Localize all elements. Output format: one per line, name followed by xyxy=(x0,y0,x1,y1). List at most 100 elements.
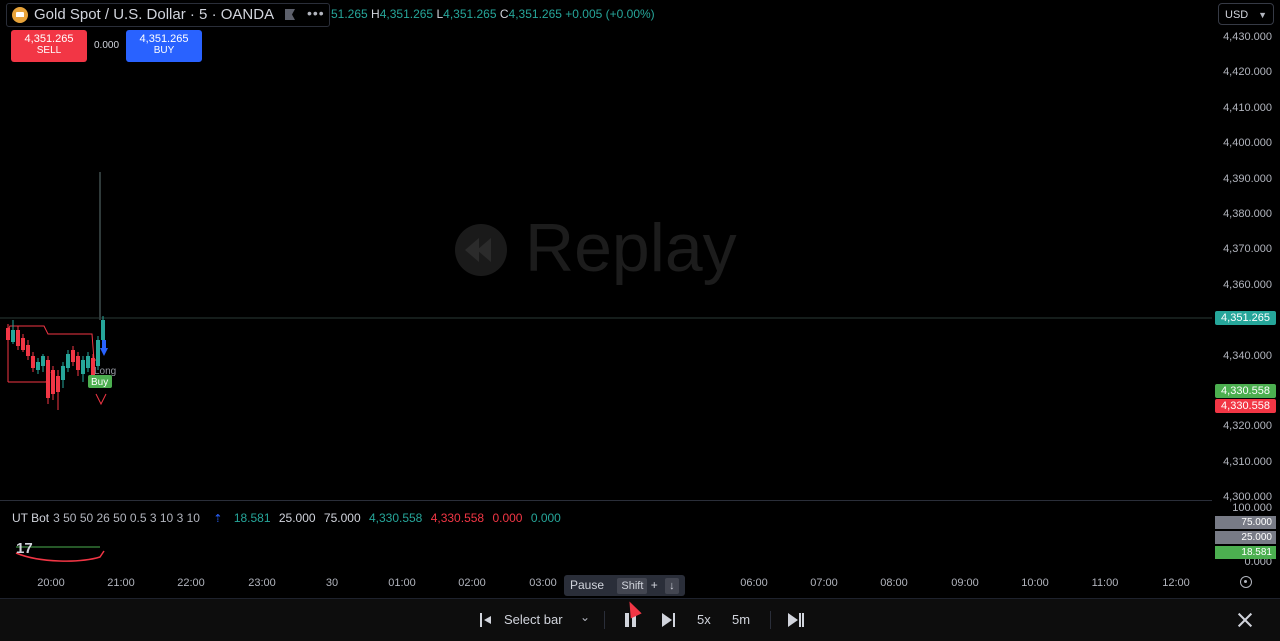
select-bar-icon[interactable] xyxy=(480,613,494,627)
sell-marker-icon xyxy=(95,393,107,406)
indicator-value-2: 25.000 xyxy=(278,511,316,525)
indicator-params: 3 50 50 26 50 0.5 3 10 3 10 xyxy=(53,511,200,525)
tooltip-key-arrow: ↓ xyxy=(665,578,679,594)
indicator-eye-icon[interactable]: ⇡ xyxy=(213,513,222,525)
indicator-value-1: 18.581 xyxy=(233,511,271,525)
candle-body xyxy=(86,356,90,368)
buy-arrow-icon xyxy=(100,340,108,356)
symbol-title[interactable]: Gold Spot / U.S. Dollar · 5 · OANDA xyxy=(34,6,274,23)
price-axis-tick: 4,370.000 xyxy=(1223,243,1272,256)
chevron-down-icon[interactable]: ⌄ xyxy=(580,596,590,638)
time-axis-label: 06:00 xyxy=(740,577,768,589)
candle-body xyxy=(56,376,60,392)
buy-button[interactable]: 4,351.265 BUY xyxy=(126,30,202,62)
currency-selector[interactable]: USD ▼ xyxy=(1218,3,1274,25)
candle-body xyxy=(61,366,65,380)
candle-body xyxy=(11,330,15,342)
sell-button[interactable]: 4,351.265 SELL xyxy=(11,30,87,62)
replay-watermark-text: Replay xyxy=(525,210,737,286)
replay-rewind-icon xyxy=(455,224,507,276)
indicator-legend[interactable]: UT Bot 3 50 50 26 50 0.5 3 10 3 10 ⇡ 18.5… xyxy=(12,511,561,525)
jump-to-realtime-icon[interactable] xyxy=(788,613,804,627)
time-axis-label: 09:00 xyxy=(951,577,979,589)
ohlc-change: +0.005 (+0.00%) xyxy=(565,7,655,21)
replay-toolbar: Select bar ⌄ 5x 5m xyxy=(0,598,1280,641)
candle-body xyxy=(96,340,100,366)
candle-body xyxy=(46,360,50,398)
chart-header: Gold Spot / U.S. Dollar · 5 · OANDA ••• … xyxy=(0,0,1212,28)
indicator-name[interactable]: UT Bot xyxy=(12,511,49,525)
speed-button[interactable]: 5x xyxy=(697,599,711,641)
price-axis-tick: 4,390.000 xyxy=(1223,172,1272,185)
candle-body xyxy=(76,356,80,370)
tradingview-logo-icon[interactable]: 17 xyxy=(16,540,33,557)
symbol-selector[interactable]: Gold Spot / U.S. Dollar · 5 · OANDA ••• xyxy=(6,3,330,27)
buy-label: BUY xyxy=(153,45,175,56)
time-axis-label: 01:00 xyxy=(388,577,416,589)
select-bar-button[interactable]: Select bar xyxy=(504,599,563,641)
close-icon[interactable] xyxy=(1237,612,1253,628)
currency-label: USD xyxy=(1225,9,1249,21)
price-axis-tick: 4,310.000 xyxy=(1223,455,1272,468)
more-options-icon[interactable]: ••• xyxy=(307,5,325,21)
flag-icon[interactable] xyxy=(285,9,295,20)
ohlc-high-value: 4,351.265 xyxy=(379,7,434,21)
ohlc-close-value: 4,351.265 xyxy=(508,7,562,21)
gear-icon[interactable] xyxy=(1240,576,1252,588)
current-price-tag: 4,351.265 xyxy=(1215,311,1276,325)
indicator-tag-25: 25.000 xyxy=(1215,531,1276,544)
candle-body xyxy=(36,362,40,370)
candle-body xyxy=(26,345,30,356)
step-forward-icon[interactable] xyxy=(662,613,676,627)
indicator-value-3: 75.000 xyxy=(323,511,361,525)
price-axis-tick: 4,420.000 xyxy=(1223,66,1272,79)
price-axis[interactable]: 4,430.000 4,420.000 4,410.000 4,400.000 4,39… xyxy=(1212,28,1280,503)
buy-signal-text: Buy xyxy=(91,377,108,388)
indicator-value-6: 0.000 xyxy=(492,511,523,525)
sell-label: SELL xyxy=(36,45,62,56)
price-axis-tick: 4,430.000 xyxy=(1223,31,1272,43)
trailing-stop-red-lower xyxy=(8,371,51,383)
indicator-value-5: 4,330.558 xyxy=(430,511,485,525)
time-axis-label: 20:00 xyxy=(37,577,65,589)
price-axis-tick: 4,360.000 xyxy=(1223,278,1272,291)
time-axis-label: 12:00 xyxy=(1162,577,1190,589)
candle-body xyxy=(66,354,70,368)
pause-tooltip: Pause Shift + ↓ xyxy=(564,575,685,596)
candle-body xyxy=(41,356,45,366)
price-axis-tick: 4,340.000 xyxy=(1223,349,1272,362)
time-axis-label: 30 xyxy=(325,577,339,589)
trail-down-price-tag: 4,330.558 xyxy=(1215,399,1276,413)
time-axis-label: 07:00 xyxy=(810,577,838,589)
ohlc-open-value: 51.265 xyxy=(331,7,368,21)
tooltip-label: Pause xyxy=(570,578,605,592)
indicator-tag-value: 18.581 xyxy=(1215,546,1276,559)
time-axis-label: 21:00 xyxy=(107,577,135,589)
time-axis-label: 10:00 xyxy=(1021,577,1049,589)
candle-body xyxy=(31,356,35,368)
time-axis-label: 08:00 xyxy=(880,577,908,589)
time-axis-label: 02:00 xyxy=(458,577,486,589)
indicator-value-4: 4,330.558 xyxy=(368,511,423,525)
candle-body xyxy=(71,350,75,362)
spread-value: 0.000 xyxy=(93,40,120,51)
indicator-tag-75: 75.000 xyxy=(1215,516,1276,529)
toolbar-divider xyxy=(604,611,605,629)
gold-symbol-icon xyxy=(12,7,28,23)
time-axis-label: 22:00 xyxy=(177,577,205,589)
candle-body xyxy=(101,320,105,340)
ohlc-close-label: C xyxy=(499,7,509,21)
price-axis-tick: 4,400.000 xyxy=(1223,137,1272,150)
price-axis-tick: 4,320.000 xyxy=(1223,420,1272,433)
time-axis-label: 03:00 xyxy=(529,577,557,589)
ohlc-high-label: H xyxy=(371,7,380,21)
indicator-value-7: 0.000 xyxy=(530,511,561,525)
candle-body xyxy=(21,338,25,350)
interval-button[interactable]: 5m xyxy=(732,599,750,641)
toolbar-divider xyxy=(770,611,771,629)
indicator-pane[interactable]: UT Bot 3 50 50 26 50 0.5 3 10 3 10 ⇡ 18.5… xyxy=(0,500,1212,573)
tooltip-plus: + xyxy=(650,578,658,592)
time-axis-label: 11:00 xyxy=(1091,577,1119,589)
sell-price: 4,351.265 xyxy=(24,33,74,45)
indicator-axis-tick: 100.000 xyxy=(1232,502,1272,514)
